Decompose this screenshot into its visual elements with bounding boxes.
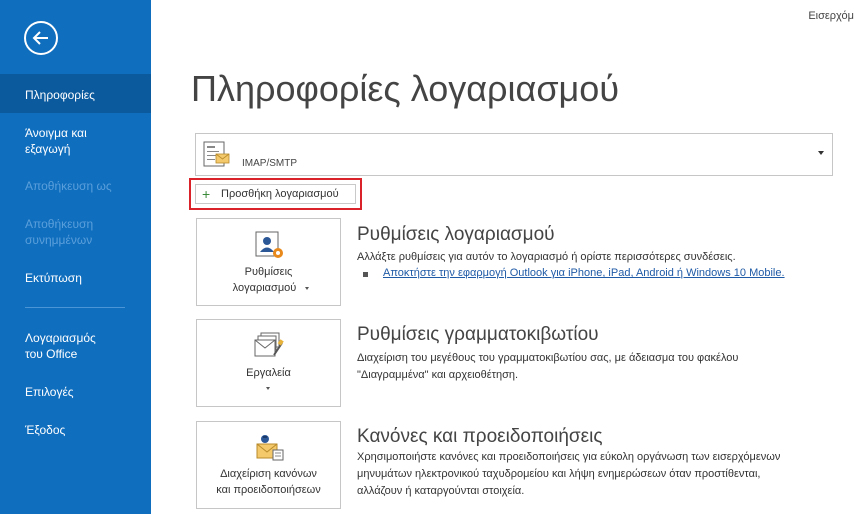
account-selector-dropdown[interactable]: IMAP/SMTP (195, 133, 833, 176)
nav-save-as-label: Αποθήκευση ως (25, 179, 112, 193)
rules-alerts-description: Χρησιμοποιήστε κανόνες και προειδοποιήσε… (357, 451, 781, 497)
backstage-sidebar: Πληροφορίες Άνοιγμα και εξαγωγή Αποθήκευ… (0, 0, 151, 514)
account-settings-button-line2: λογαριασμού (232, 282, 297, 294)
page-title: Πληροφορίες λογαριασμού (191, 68, 620, 109)
nav-office-account-label: Λογαριασμός του Office (25, 331, 96, 361)
manage-rules-alerts-button[interactable]: Διαχείριση κανόνων και προειδοποιήσεων (196, 421, 341, 509)
account-settings-button[interactable]: Ρυθμίσεις λογαριασμού (196, 218, 341, 306)
nav-save-as: Αποθήκευση ως (0, 178, 151, 194)
tools-button[interactable]: Εργαλεία (196, 319, 341, 407)
mailbox-settings-description: Διαχείριση του μεγέθους του γραμματοκιβω… (357, 352, 739, 381)
nav-options[interactable]: Επιλογές (0, 384, 151, 400)
folder-title-text: Εισερχόμ (808, 10, 854, 22)
nav-exit[interactable]: Έξοδος (0, 422, 151, 438)
nav-print[interactable]: Εκτύπωση (0, 270, 151, 286)
nav-info[interactable]: Πληροφορίες (0, 74, 151, 113)
back-button[interactable] (24, 21, 58, 55)
chevron-down-icon (266, 387, 270, 390)
rules-alerts-title: Κανόνες και προειδοποιήσεις (357, 426, 603, 447)
account-settings-description: Αλλάξτε ρυθμίσεις για αυτόν το λογαριασμ… (357, 251, 736, 263)
manage-rules-button-line1: Διαχείριση κανόνων (220, 468, 317, 480)
nav-info-label: Πληροφορίες (25, 88, 95, 102)
add-account-label: Προσθήκη λογαριασμού (221, 188, 339, 200)
chevron-down-icon (818, 151, 824, 155)
nav-save-attachments-label: Αποθήκευση συνημμένων (25, 217, 94, 247)
account-settings-title: Ρυθμίσεις λογαριασμού (357, 224, 555, 245)
add-account-highlight: + Προσθήκη λογαριασμού (189, 178, 362, 210)
nav-exit-label: Έξοδος (25, 423, 66, 437)
account-selector-value: IMAP/SMTP (242, 158, 298, 169)
mailbox-tools-icon (254, 332, 284, 357)
get-outlook-mobile-link[interactable]: Αποκτήστε την εφαρμογή Outlook για iPhon… (383, 267, 785, 279)
rules-alerts-icon (256, 435, 284, 461)
account-settings-icon (255, 231, 283, 258)
nav-print-label: Εκτύπωση (25, 271, 82, 285)
nav-office-account[interactable]: Λογαριασμός του Office (0, 330, 115, 362)
sidebar-divider (25, 307, 125, 308)
add-account-button[interactable]: + Προσθήκη λογαριασμού (195, 184, 356, 204)
plus-icon: + (202, 186, 211, 202)
account-settings-button-line1: Ρυθμίσεις (244, 266, 293, 278)
nav-open-export[interactable]: Άνοιγμα και εξαγωγή (0, 125, 120, 157)
nav-options-label: Επιλογές (25, 385, 74, 399)
manage-rules-button-line2: και προειδοποιήσεων (216, 484, 321, 496)
nav-open-export-label: Άνοιγμα και εξαγωγή (25, 126, 87, 156)
back-arrow-icon (32, 31, 48, 45)
mailbox-settings-title: Ρυθμίσεις γραμματοκιβωτίου (357, 324, 599, 345)
bullet-icon (363, 272, 368, 277)
chevron-down-icon (305, 287, 309, 290)
tools-button-label: Εργαλεία (246, 367, 291, 379)
email-account-icon (203, 141, 230, 167)
nav-save-attachments: Αποθήκευση συνημμένων (0, 216, 110, 248)
